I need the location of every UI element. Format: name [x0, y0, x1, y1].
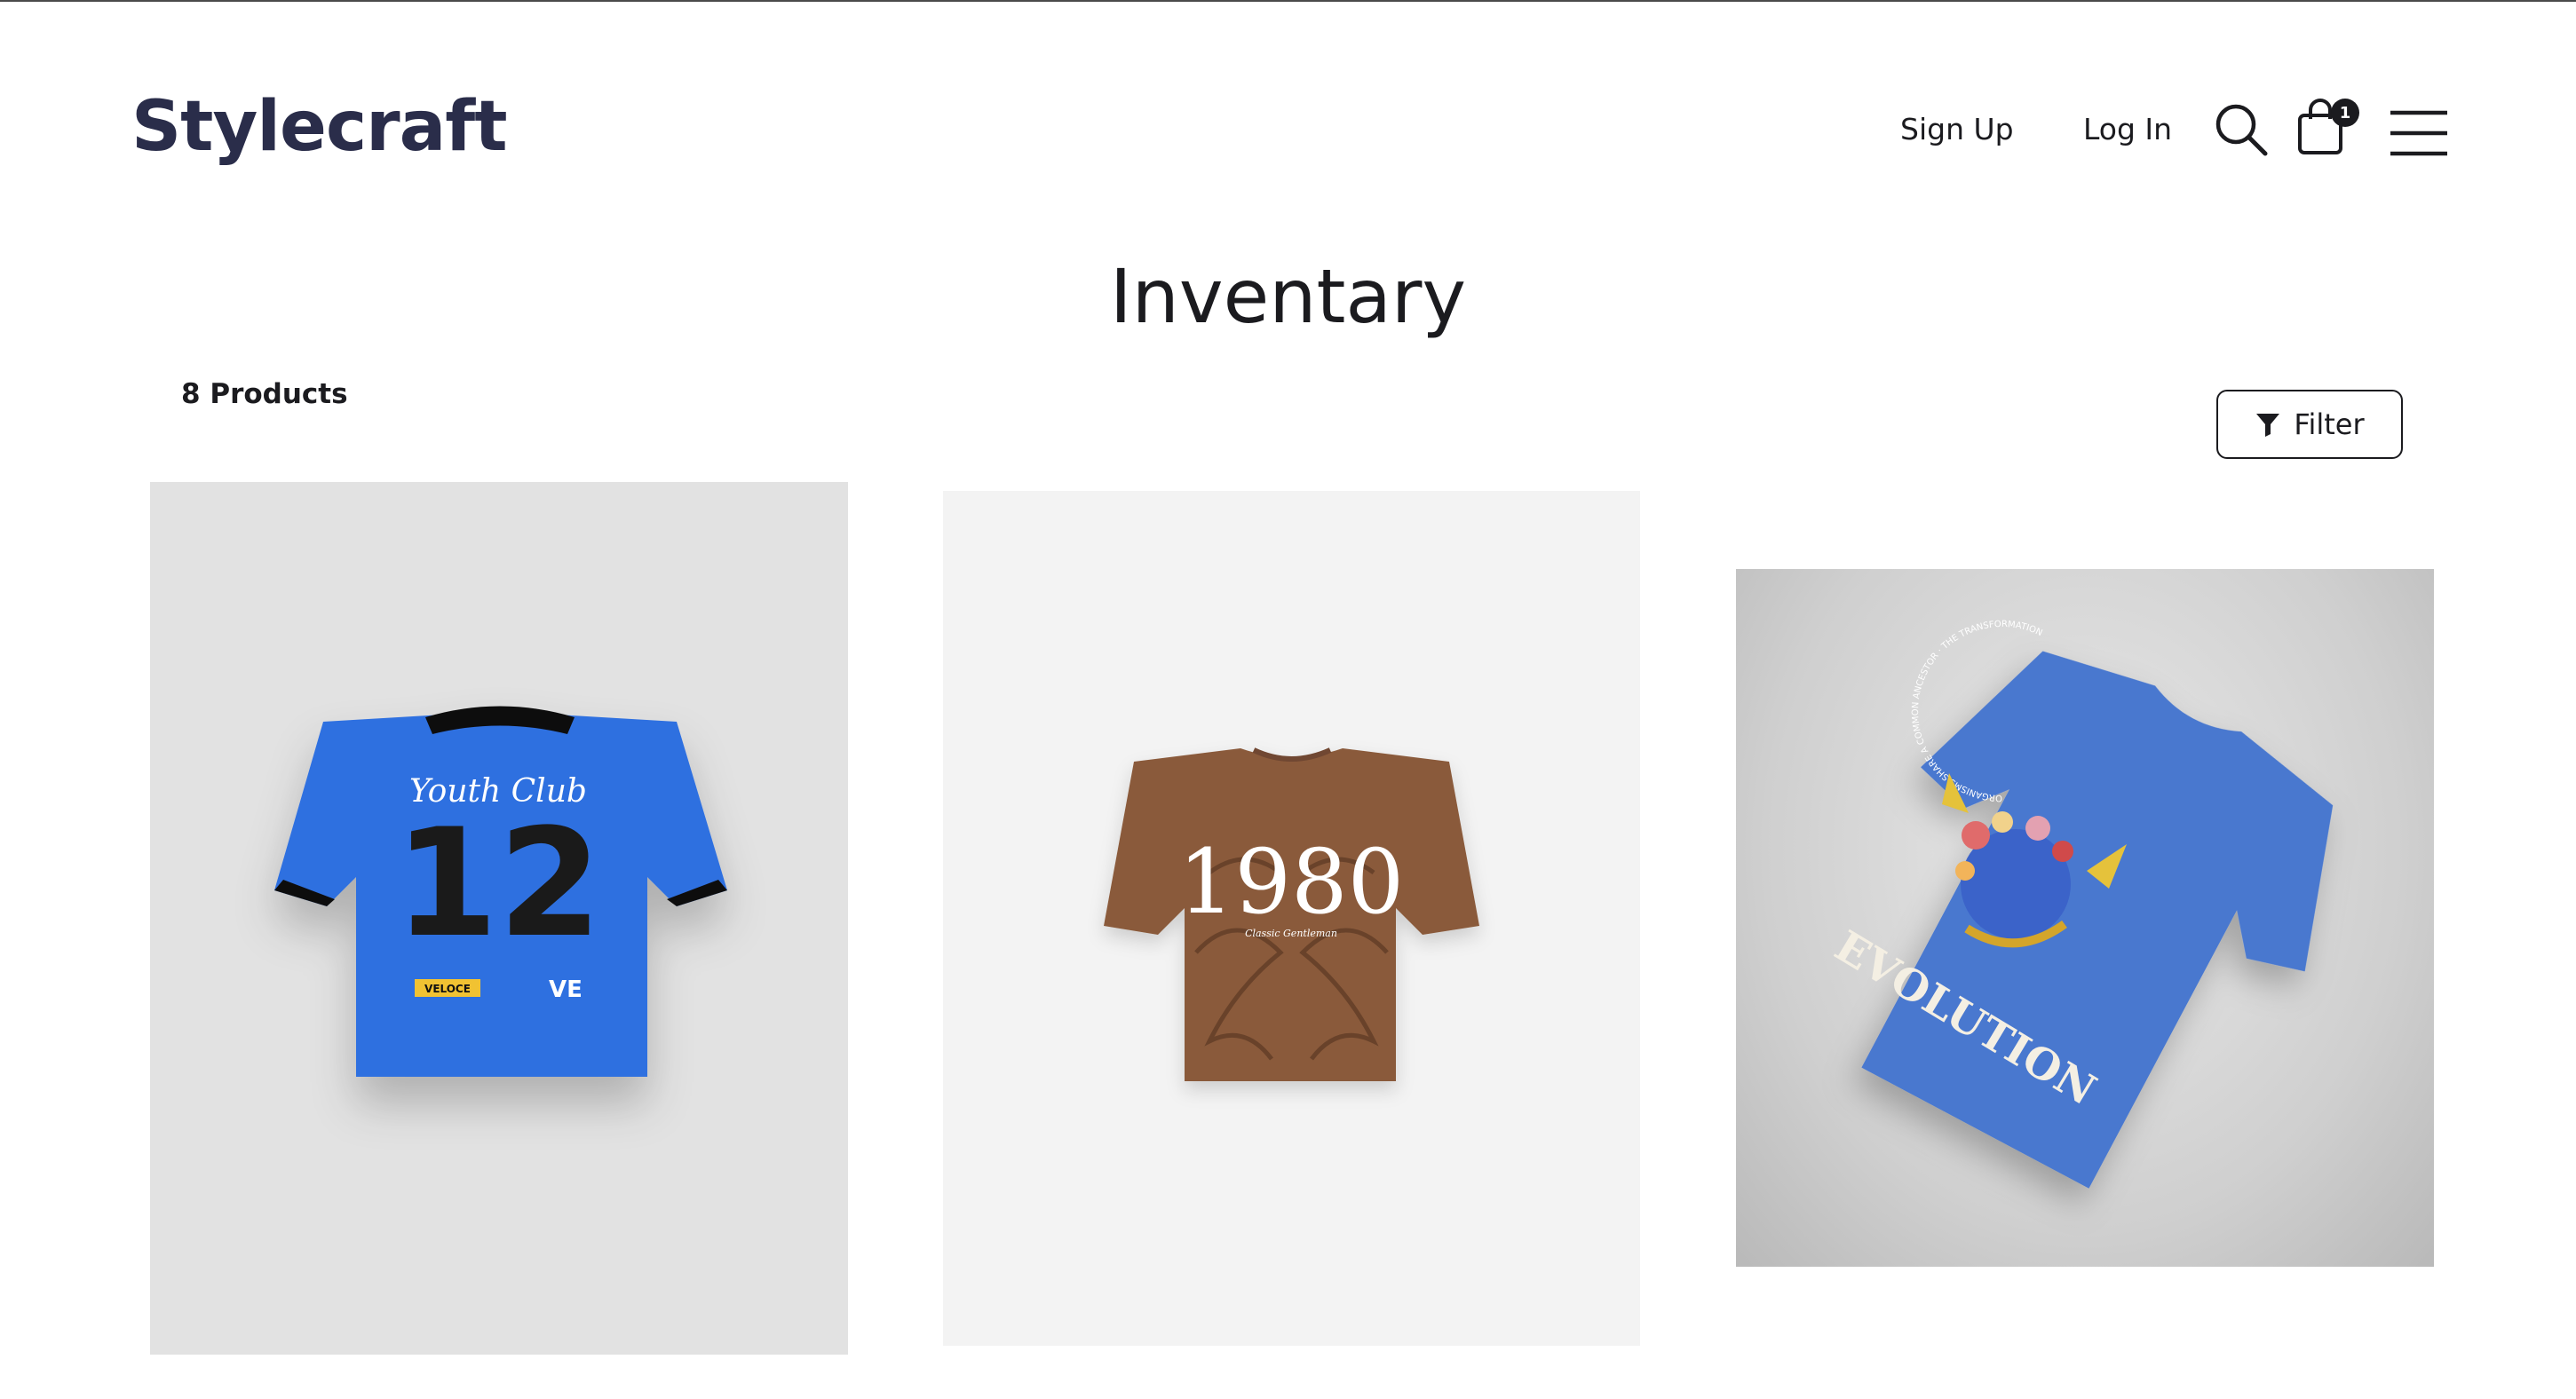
product-card[interactable]: 1980 Classic Gentleman [943, 491, 1640, 1346]
print-caption: Classic Gentleman [1245, 928, 1337, 939]
filter-button[interactable]: Filter [2216, 390, 2403, 459]
filter-label: Filter [2294, 407, 2365, 441]
filter-funnel-icon [2256, 414, 2280, 437]
product-count: 8 Products [181, 378, 348, 410]
product-card[interactable]: Youth Club 12 VELOCE VE [150, 482, 848, 1355]
cart-count-badge: 1 [2331, 99, 2359, 127]
product-image-evolution-tee: ORGANISMS SHARE A COMMON ANCESTOR · THE … [1827, 620, 2334, 1189]
sign-up-link[interactable]: Sign Up [1900, 112, 2014, 146]
print-number: 1980 [1178, 830, 1405, 934]
page-title: Inventary [1109, 253, 1467, 340]
logo-text: Stylecraft [131, 87, 508, 167]
print-number: 12 [394, 796, 602, 970]
hamburger-menu-icon[interactable] [2389, 109, 2449, 157]
product-card[interactable]: ORGANISMS SHARE A COMMON ANCESTOR · THE … [1736, 569, 2434, 1267]
search-icon[interactable] [2214, 102, 2269, 157]
print-mark: VE [549, 976, 583, 1003]
product-image-brown-tee: 1980 Classic Gentleman [1104, 747, 1479, 1081]
product-image-blue-polo: Youth Club 12 VELOCE VE [274, 706, 727, 1077]
brand-logo[interactable]: Stylecraft [131, 92, 508, 190]
print-tag: VELOCE [424, 983, 471, 995]
log-in-link[interactable]: Log In [2083, 112, 2172, 146]
